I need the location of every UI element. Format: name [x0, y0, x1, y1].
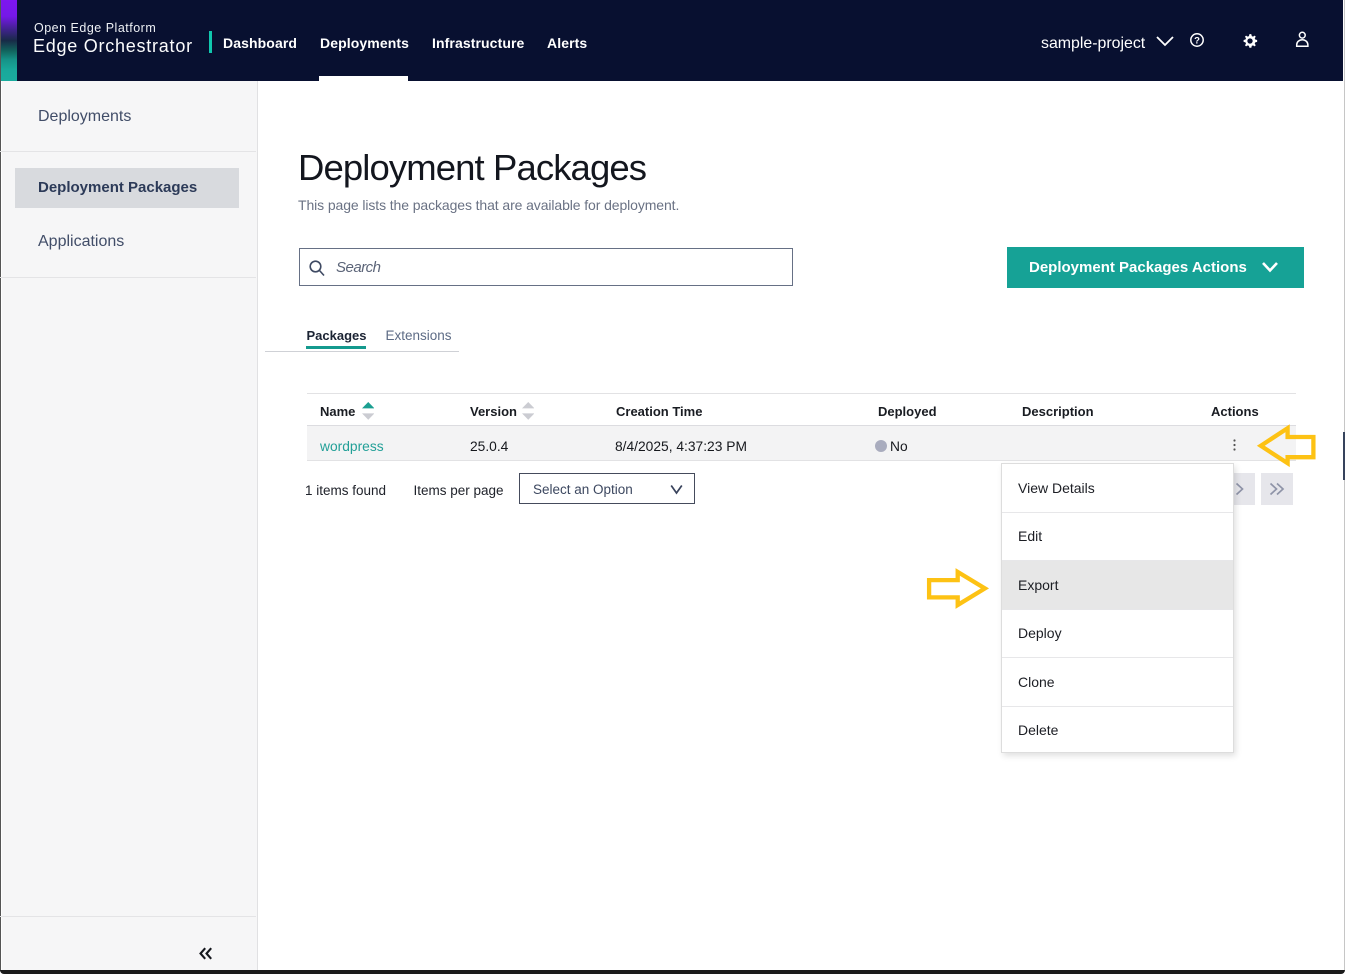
svg-text:?: ? [1194, 36, 1200, 47]
